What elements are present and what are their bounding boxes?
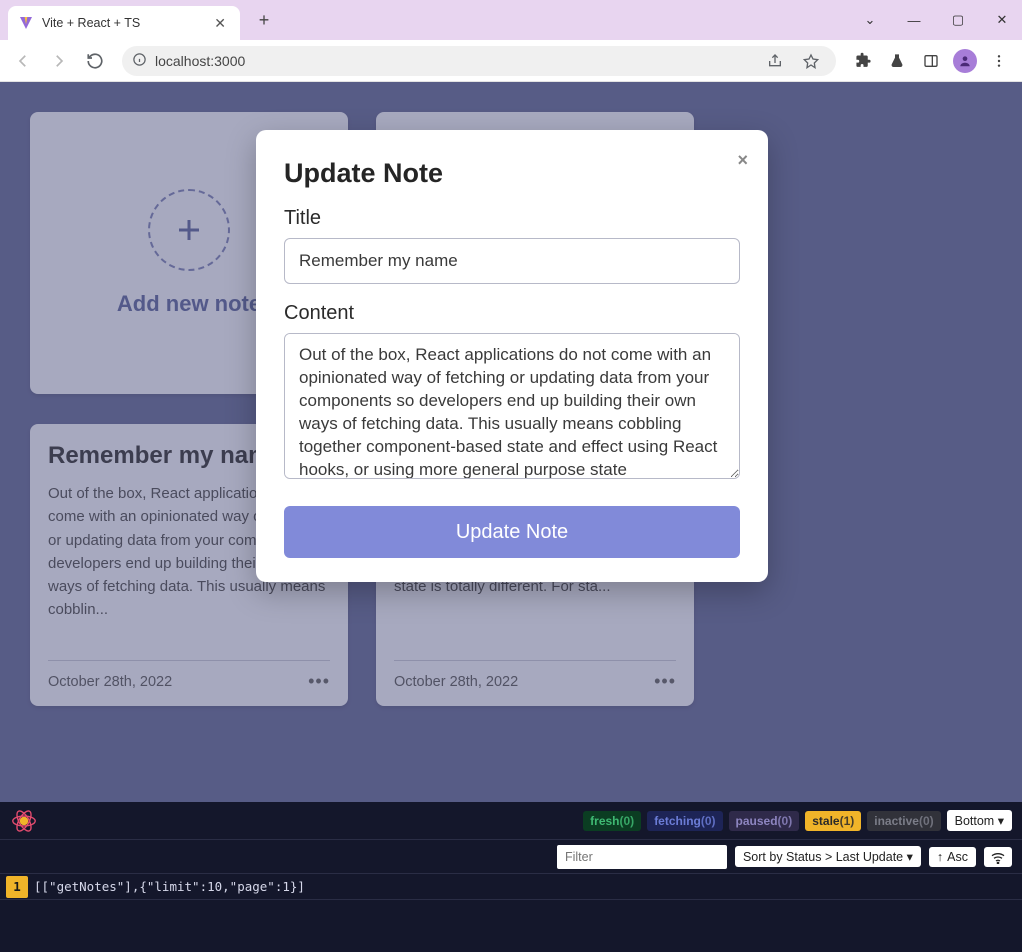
plus-circle-icon: [148, 189, 230, 271]
vite-favicon: [18, 15, 34, 31]
note-menu-icon[interactable]: •••: [308, 671, 330, 692]
content-label: Content: [284, 302, 740, 325]
window-controls: ⌄ — ▢ ✕: [856, 0, 1016, 40]
url-text: localhost:3000: [155, 53, 245, 69]
minimize-icon[interactable]: —: [900, 13, 928, 28]
arrow-up-icon: ↑: [937, 850, 943, 864]
note-date: October 28th, 2022: [394, 674, 518, 690]
note-date: October 28th, 2022: [48, 674, 172, 690]
sort-select[interactable]: Sort by Status > Last Update ▾: [735, 846, 921, 867]
maximize-icon[interactable]: ▢: [944, 12, 972, 28]
chip-paused[interactable]: paused(0): [729, 811, 800, 831]
tab-close-icon[interactable]: ✕: [210, 15, 230, 32]
side-panel-icon[interactable]: [916, 46, 946, 76]
caret-down-icon: ▾: [998, 814, 1004, 828]
asc-toggle[interactable]: ↑Asc: [929, 847, 976, 867]
modal-heading: Update Note: [284, 158, 740, 189]
bookmark-star-icon[interactable]: [796, 46, 826, 76]
caret-down-icon: ▾: [907, 850, 913, 864]
react-query-logo-icon: [10, 807, 38, 835]
chip-fresh[interactable]: fresh(0): [583, 811, 641, 831]
browser-tab[interactable]: Vite + React + TS ✕: [8, 6, 240, 40]
update-note-modal: × Update Note Title Content Out of the b…: [256, 130, 768, 582]
query-count-badge: 1: [6, 876, 28, 898]
reload-icon[interactable]: [80, 46, 110, 76]
kebab-menu-icon[interactable]: [984, 46, 1014, 76]
note-menu-icon[interactable]: •••: [654, 671, 676, 692]
add-note-label: Add new note: [117, 291, 261, 317]
position-select[interactable]: Bottom ▾: [947, 810, 1012, 831]
chip-inactive[interactable]: inactive(0): [867, 811, 940, 831]
close-window-icon[interactable]: ✕: [988, 12, 1016, 28]
query-row[interactable]: 1 [["getNotes"],{"limit":10,"page":1}]: [0, 874, 1022, 900]
window-titlebar: Vite + React + TS ✕ + ⌄ — ▢ ✕: [0, 0, 1022, 40]
tab-title: Vite + React + TS: [42, 16, 140, 30]
labs-flask-icon[interactable]: [882, 46, 912, 76]
forward-icon[interactable]: [44, 46, 74, 76]
chip-fetching[interactable]: fetching(0): [647, 811, 722, 831]
back-icon[interactable]: [8, 46, 38, 76]
modal-close-button[interactable]: ×: [737, 150, 748, 171]
devtools-filter-input[interactable]: [557, 845, 727, 869]
update-note-button[interactable]: Update Note: [284, 506, 740, 558]
address-bar[interactable]: localhost:3000: [122, 46, 836, 76]
wifi-toggle-icon[interactable]: [984, 847, 1012, 867]
content-textarea[interactable]: Out of the box, React applications do no…: [284, 333, 740, 479]
query-key-text: [["getNotes"],{"limit":10,"page":1}]: [34, 879, 305, 894]
chip-stale[interactable]: stale(1): [805, 811, 861, 831]
browser-toolbar: localhost:3000: [0, 40, 1022, 82]
extensions-icon[interactable]: [848, 46, 878, 76]
new-tab-button[interactable]: +: [250, 6, 278, 34]
react-query-devtools: fresh(0) fetching(0) paused(0) stale(1) …: [0, 802, 1022, 952]
title-label: Title: [284, 207, 740, 230]
title-input[interactable]: [284, 238, 740, 284]
profile-avatar[interactable]: [950, 46, 980, 76]
site-info-icon[interactable]: [132, 52, 147, 70]
chevron-down-icon[interactable]: ⌄: [856, 12, 884, 28]
share-icon[interactable]: [760, 46, 790, 76]
